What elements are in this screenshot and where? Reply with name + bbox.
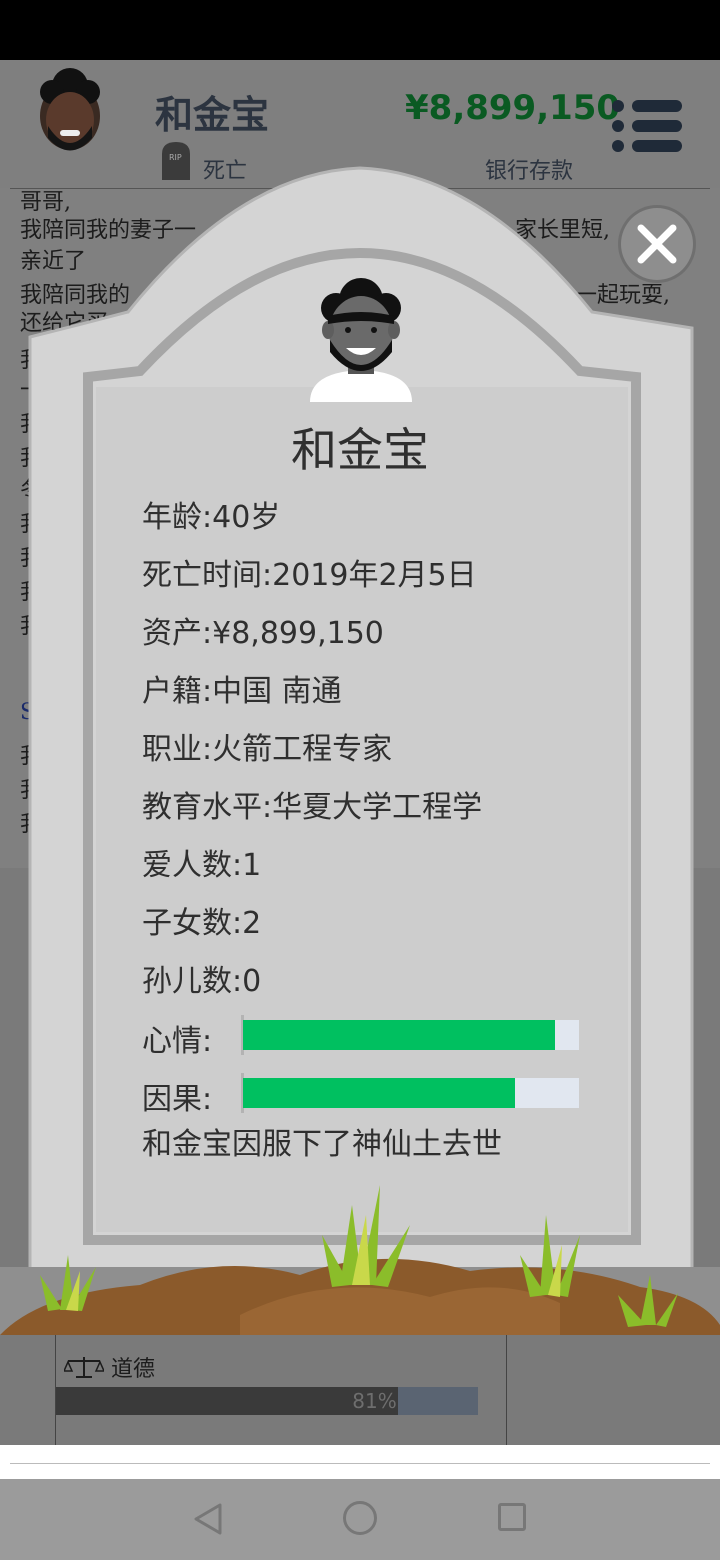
status-bar [0, 0, 720, 60]
moral-percent: 81% [352, 1389, 397, 1413]
spouses-row: 爱人数:1 [142, 848, 262, 883]
karma-bar-fill [243, 1078, 516, 1108]
bottom-strip [0, 1445, 720, 1479]
age-row: 年龄:40岁 [142, 500, 281, 535]
svg-text:RIP: RIP [169, 153, 182, 162]
close-button[interactable] [616, 203, 698, 285]
menu-icon[interactable] [612, 98, 686, 154]
karma-bar [243, 1078, 579, 1108]
tombstone-name: 和金宝 [291, 423, 429, 477]
assets-row: 资产:¥8,899,150 [142, 616, 384, 651]
mood-label: 心情: [142, 1024, 213, 1059]
grave-mound [0, 1185, 720, 1335]
scale-icon [64, 1357, 104, 1378]
mood-bar [243, 1020, 579, 1050]
death-date-row: 死亡时间:2019年2月5日 [142, 558, 477, 593]
player-name: 和金宝 [155, 93, 270, 137]
bank-balance: ¥8,899,150 [405, 88, 621, 128]
education-row: 教育水平:华夏大学工程学 [142, 790, 483, 825]
karma-label: 因果: [142, 1082, 213, 1117]
system-nav-bar [0, 1479, 720, 1560]
children-row: 子女数:2 [142, 906, 262, 941]
home-icon[interactable] [343, 1501, 377, 1535]
grandchildren-row: 孙儿数:0 [142, 964, 262, 999]
portrait [310, 278, 412, 402]
stats-panel: 道德 81% [0, 1335, 720, 1445]
mood-bar-fill [243, 1020, 556, 1050]
epitaph[interactable]: 和金宝因服下了神仙土去世 [142, 1124, 582, 1174]
epitaph-text: 和金宝因服下了神仙土去世 [142, 1127, 502, 1162]
moral-panel[interactable]: 道德 81% [55, 1335, 507, 1445]
occupation-row: 职业:火箭工程专家 [142, 732, 393, 767]
moral-bar: 81% [56, 1387, 478, 1415]
recent-apps-icon[interactable] [498, 1503, 526, 1531]
moral-label: 道德 [111, 1357, 156, 1382]
back-icon[interactable] [190, 1501, 226, 1537]
avatar[interactable] [30, 68, 110, 158]
hometown-row: 户籍:中国 南通 [142, 674, 342, 709]
